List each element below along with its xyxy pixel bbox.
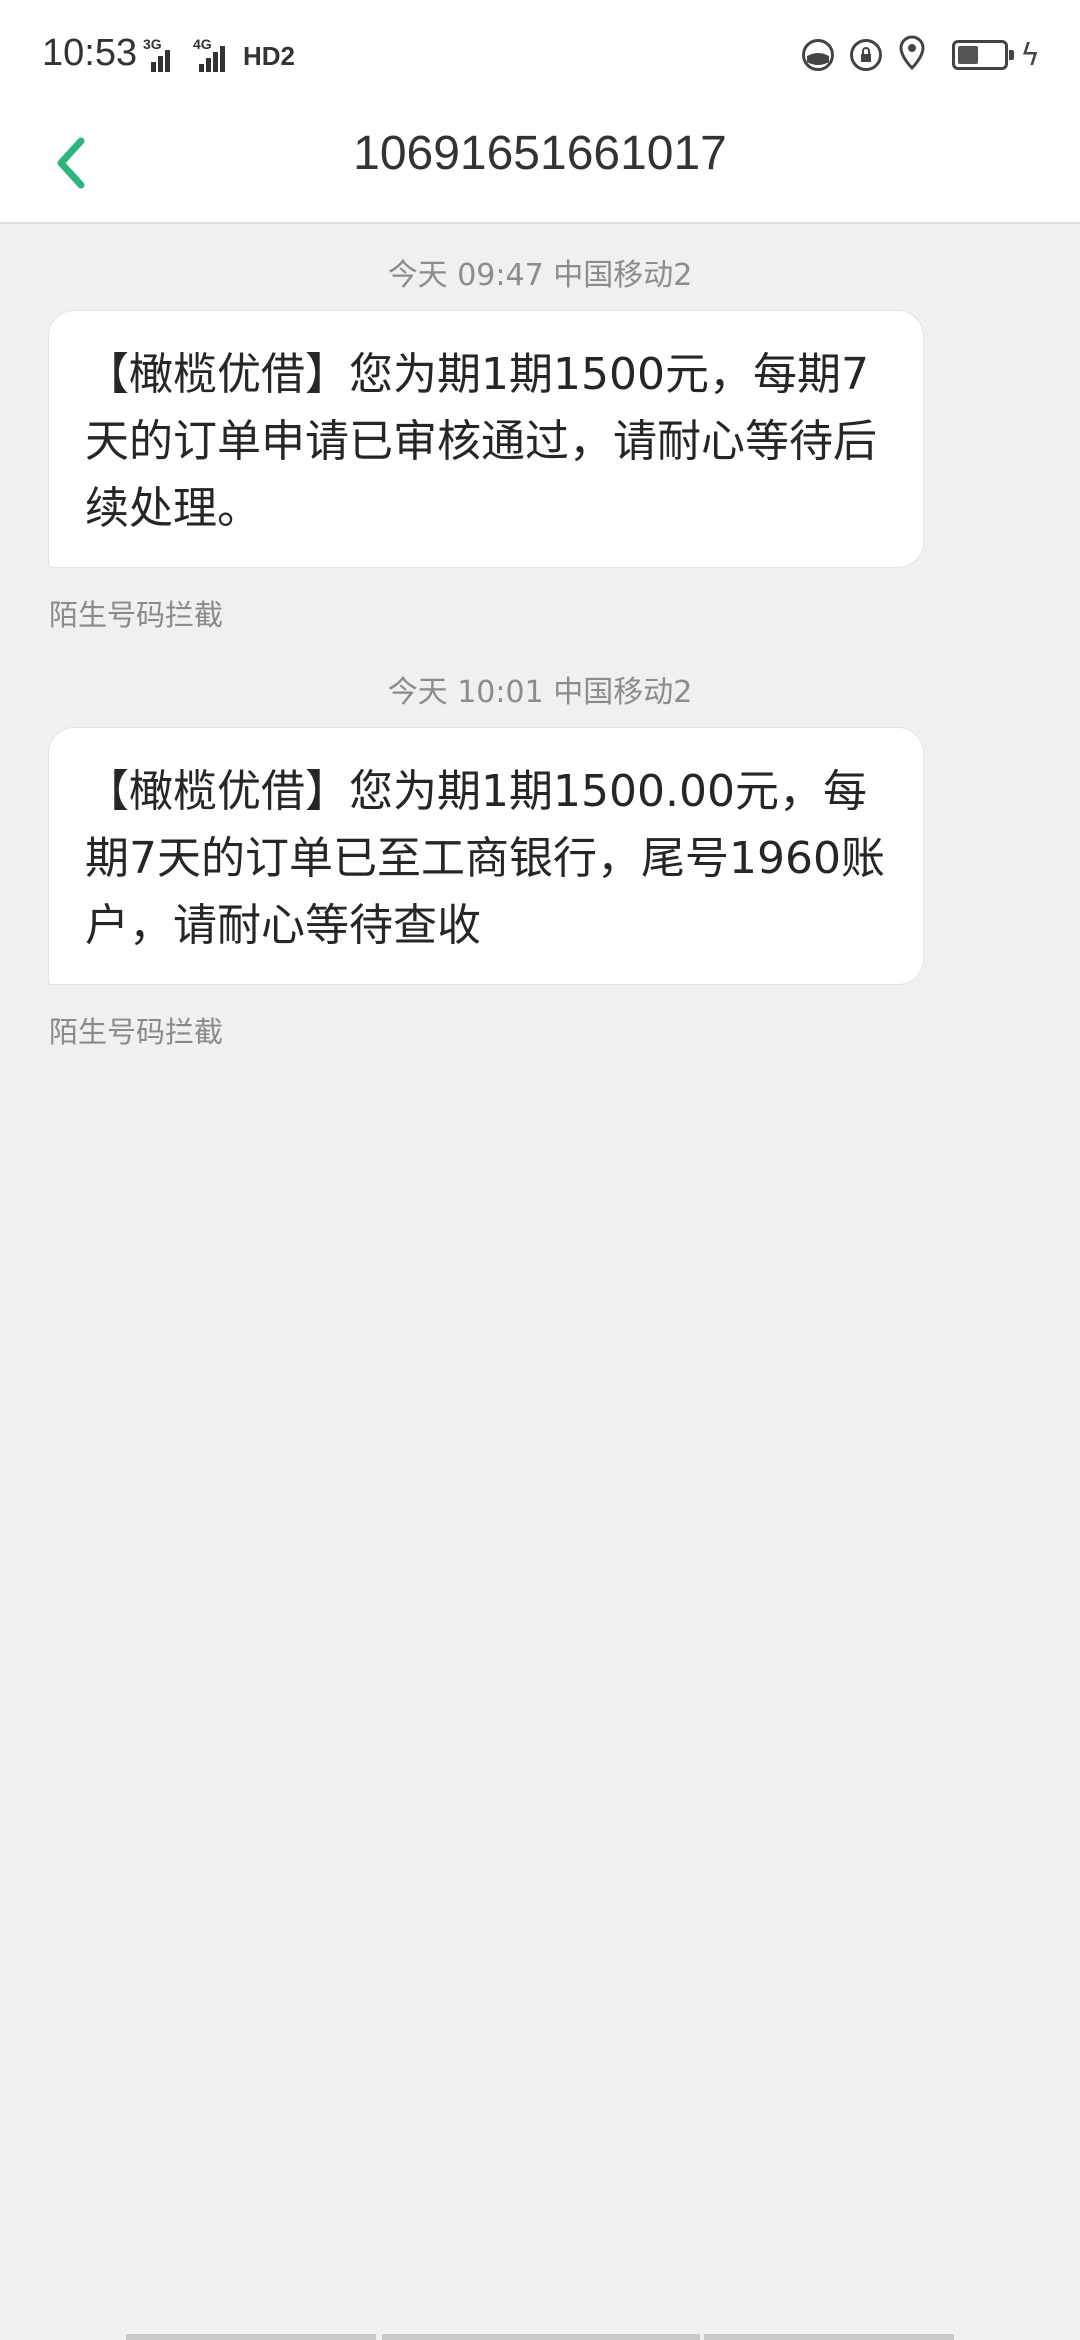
rotation-lock-icon — [850, 39, 883, 71]
message-bubble[interactable]: 【橄榄优借】您为期1期1500.00元，每期7天的订单已至工商银行，尾号1960… — [48, 727, 924, 985]
signal-2-icon: 4G — [183, 36, 227, 72]
status-bar: 10:53 3G 4G HD2 ϟ — [0, 0, 1080, 106]
battery-icon — [952, 40, 1015, 70]
nav-gesture-bar-middle — [382, 2334, 700, 2340]
message-timestamp: 今天 10:01 中国移动2 — [387, 675, 693, 710]
page-title: 10691651661017 — [353, 127, 727, 180]
data-saver-icon — [802, 39, 835, 71]
signal-2-label: 4G — [193, 36, 212, 52]
message-timestamp: 今天 09:47 中国移动2 — [387, 258, 693, 293]
location-icon — [898, 35, 926, 75]
charging-icon: ϟ — [1020, 37, 1040, 73]
signal-1-icon: 3G — [143, 36, 173, 72]
nav-gesture-bar-left — [126, 2334, 376, 2340]
conversation-header: 10691651661017 — [0, 106, 1080, 224]
signal-indicators: 3G 4G HD2 — [143, 36, 295, 72]
signal-1-label: 3G — [143, 36, 162, 52]
message-bubble[interactable]: 【橄榄优借】您为期1期1500元，每期7天的订单申请已审核通过，请耐心等待后续处… — [48, 310, 924, 568]
blocked-label: 陌生号码拦截 — [49, 1015, 224, 1049]
blocked-label: 陌生号码拦截 — [49, 598, 224, 632]
status-icons: ϟ — [802, 35, 1040, 75]
status-time: 10:53 — [42, 32, 138, 74]
nav-gesture-bar-right — [704, 2334, 954, 2340]
battery-level — [958, 46, 979, 64]
hd-voice-icon: HD2 — [243, 41, 296, 71]
